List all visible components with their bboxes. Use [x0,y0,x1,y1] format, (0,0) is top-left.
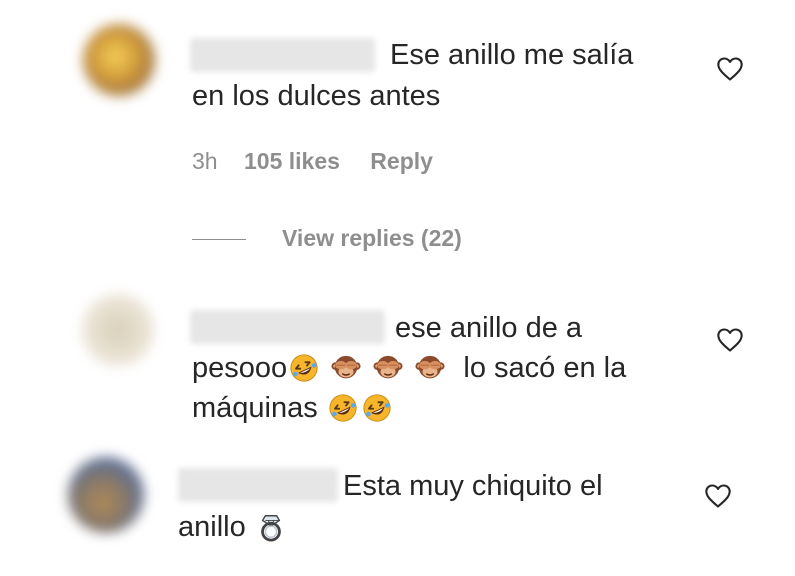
comment-text-line: anillo [178,507,288,547]
comment-text: lo sacó en la [463,352,627,384]
username-blurred[interactable] [190,38,375,72]
heart-icon[interactable] [715,55,745,83]
avatar[interactable] [68,457,144,533]
avatar[interactable] [82,294,154,366]
comment-text-line: máquinas [192,388,394,428]
see-no-evil-monkey-emoji [331,353,361,383]
see-no-evil-monkey-emoji [415,353,445,383]
heart-icon[interactable] [703,482,733,510]
comment-time: 3h [192,148,218,174]
username-blurred[interactable] [178,468,338,502]
reply-button[interactable]: Reply [370,148,433,174]
likes-count[interactable]: 105 likes [244,148,340,174]
view-replies-button[interactable]: View replies (22) [282,225,462,252]
comment-text: pesooo [192,352,288,384]
username-blurred[interactable] [190,310,385,344]
rolling-on-floor-laughing-emoji [362,393,392,423]
comment-text-line: pesooo lo sacó en la [192,348,626,388]
comment-text: en los dulces antes [192,80,441,112]
rolling-on-floor-laughing-emoji [289,353,319,383]
comment-text: máquinas [192,392,318,424]
ring-emoji [256,512,286,542]
comment-text: anillo [178,511,246,543]
comment-meta: 3h 105 likes Reply [192,148,433,175]
rolling-on-floor-laughing-emoji [328,393,358,423]
see-no-evil-monkey-emoji [373,353,403,383]
comment-text: ese anillo de a [395,312,583,344]
heart-icon[interactable] [715,326,745,354]
replies-divider [192,239,246,240]
comment-text: Esta muy chiquito el [343,470,603,502]
avatar[interactable] [83,24,155,96]
comment-text: Ese anillo me salía [390,39,634,71]
